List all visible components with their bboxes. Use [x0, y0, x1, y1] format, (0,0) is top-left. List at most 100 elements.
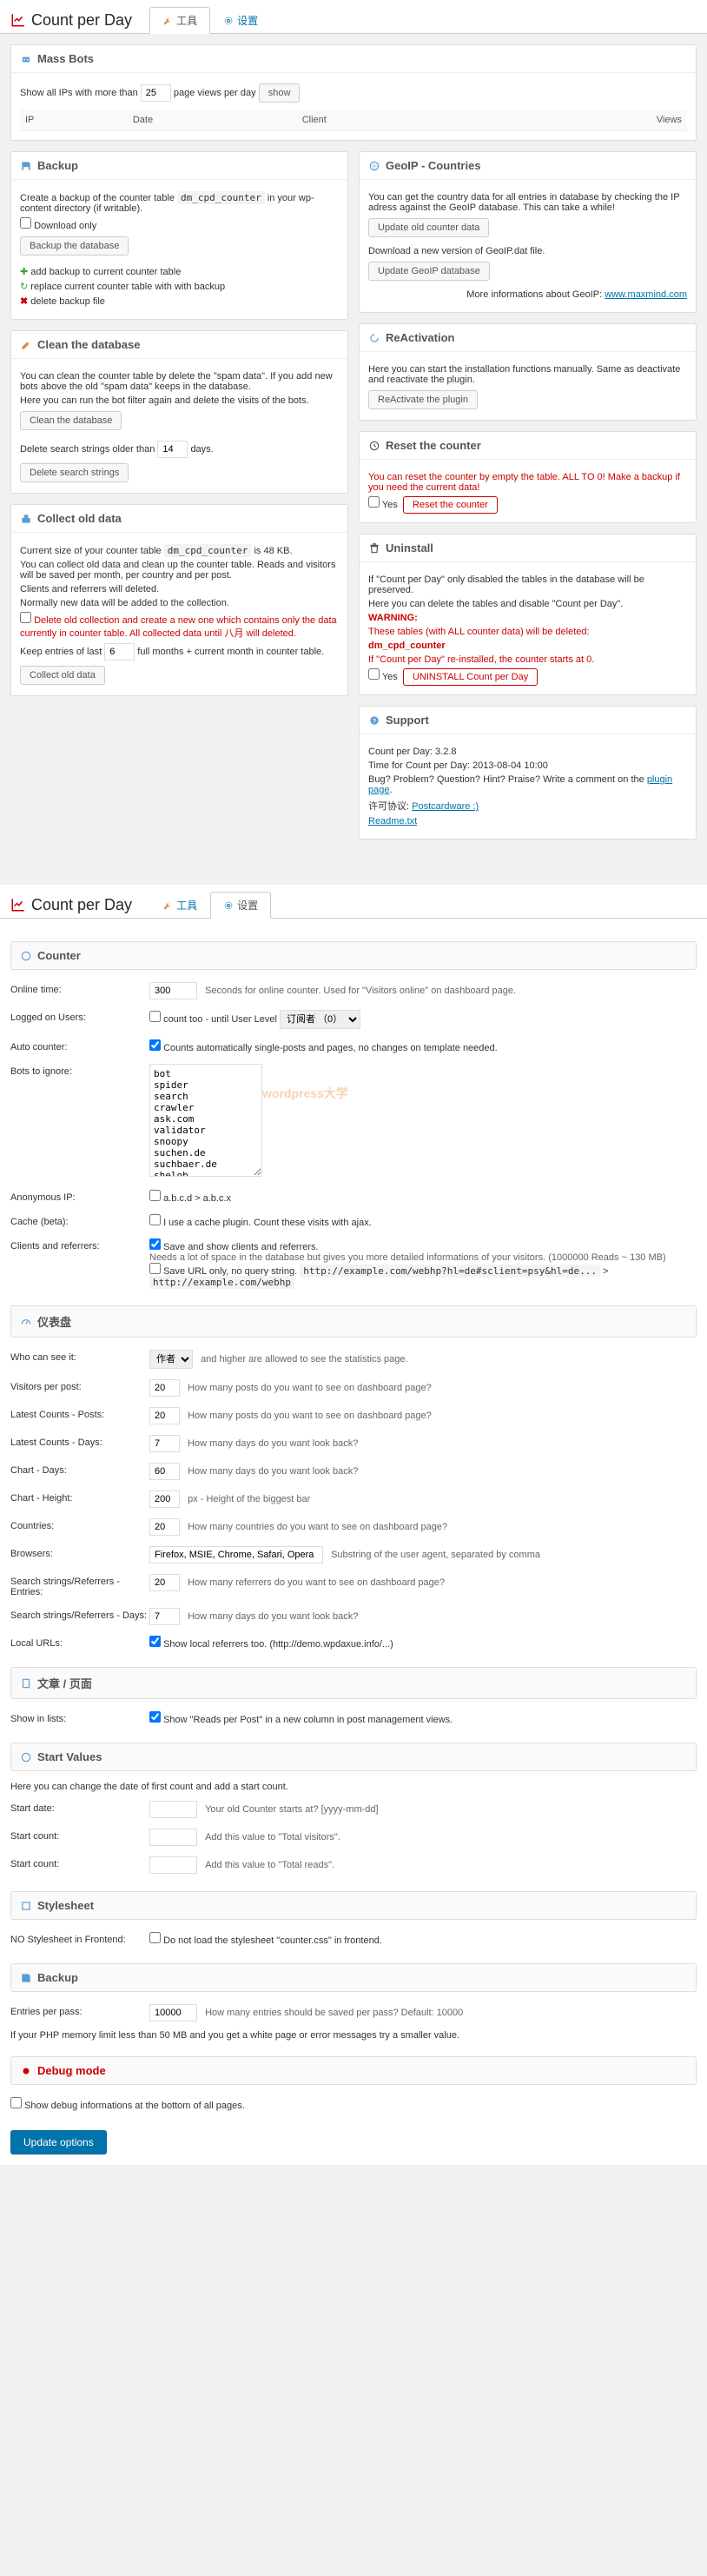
show-in-lists-checkbox[interactable]: [149, 1711, 161, 1723]
entries-per-pass-input[interactable]: [149, 2004, 197, 2022]
tab-tools-2[interactable]: 工具: [149, 892, 210, 919]
debug-mode-checkbox[interactable]: [10, 2097, 22, 2108]
license-link[interactable]: Postcardware :): [412, 801, 479, 812]
keep-months-input[interactable]: [104, 643, 135, 661]
download-only-checkbox[interactable]: [20, 217, 31, 229]
table-name-code: dm_cpd_counter: [177, 191, 265, 204]
chart-days-input[interactable]: [149, 1463, 180, 1480]
no-stylesheet-checkbox[interactable]: [149, 1932, 161, 1943]
anon-ip-checkbox[interactable]: [149, 1190, 161, 1201]
start-count-reads-input[interactable]: [149, 1856, 197, 1874]
th-views: Views: [489, 110, 687, 131]
reset-counter-button[interactable]: Reset the counter: [403, 496, 498, 514]
clean-database-button[interactable]: Clean the database: [20, 411, 122, 430]
panel-uninstall: Uninstall If "Count per Day" only disabl…: [359, 534, 697, 695]
clients-referrers-checkbox[interactable]: [149, 1238, 161, 1250]
save-icon: [20, 160, 32, 172]
section-posts-pages: 文章 / 页面: [10, 1667, 697, 1699]
chart-icon: [10, 12, 26, 28]
watermark-logo: wordpress大学: [262, 1085, 348, 1102]
start-icon: [20, 1751, 32, 1763]
logged-count-checkbox[interactable]: [149, 1011, 161, 1022]
panel-reactivation: ReActivation Here you can start the inst…: [359, 323, 697, 421]
local-urls-checkbox[interactable]: [149, 1636, 161, 1647]
th-client: Client: [297, 110, 490, 131]
replace-icon: ↻: [20, 282, 28, 292]
section-stylesheet: Stylesheet: [10, 1891, 697, 1920]
latest-counts-posts-input[interactable]: [149, 1407, 180, 1424]
wrench-icon: [162, 900, 173, 911]
panel-backup: Backup Create a backup of the counter ta…: [10, 151, 348, 320]
massbots-show-button[interactable]: show: [259, 83, 301, 103]
backup-database-button[interactable]: Backup the database: [20, 236, 129, 256]
header-tabs-2: Count per Day 工具 设置: [0, 885, 707, 919]
collect-old-data-button[interactable]: Collect old data: [20, 666, 105, 685]
browsers-input[interactable]: [149, 1546, 323, 1564]
panel-collect-old-data: Collect old data Current size of your co…: [10, 504, 348, 696]
update-geoip-button[interactable]: Update GeoIP database: [368, 262, 490, 281]
who-can-see-select[interactable]: 作者: [149, 1350, 193, 1369]
help-icon: ?: [368, 714, 380, 727]
uninstall-yes-checkbox[interactable]: [368, 668, 380, 680]
user-level-select[interactable]: 订阅者 （0）: [280, 1010, 360, 1029]
bots-icon: [20, 53, 32, 65]
bots-ignore-textarea[interactable]: [149, 1064, 262, 1177]
tab-settings-2[interactable]: 设置: [210, 892, 271, 919]
collect-icon: [20, 513, 32, 525]
update-counter-data-button[interactable]: Update old counter data: [368, 218, 489, 237]
svg-text:?: ?: [373, 718, 376, 724]
save-url-only-checkbox[interactable]: [149, 1263, 161, 1274]
countries-input[interactable]: [149, 1518, 180, 1536]
panel-clean-database: Clean the database You can clean the cou…: [10, 330, 348, 494]
section-debug-mode: Debug mode: [10, 2056, 697, 2085]
uninstall-button[interactable]: UNINSTALL Count per Day: [403, 668, 538, 686]
section-backup-settings: Backup: [10, 1963, 697, 1992]
brush-icon: [20, 339, 32, 351]
panel-reset-counter: Reset the counter You can reset the coun…: [359, 431, 697, 523]
latest-counts-days-input[interactable]: [149, 1435, 180, 1452]
reset-yes-checkbox[interactable]: [368, 496, 380, 508]
visitors-per-post-input[interactable]: [149, 1379, 180, 1397]
massbots-threshold-input[interactable]: [141, 84, 171, 102]
gear-icon: [223, 900, 234, 911]
reactivate-plugin-button[interactable]: ReActivate the plugin: [368, 390, 478, 409]
chart-height-input[interactable]: [149, 1490, 180, 1508]
add-icon: ✚: [20, 267, 28, 277]
delete-icon: ✖: [20, 296, 28, 307]
th-date: Date: [128, 110, 297, 131]
start-date-input[interactable]: [149, 1801, 197, 1818]
app-title-1: Count per Day: [10, 11, 132, 30]
page-icon: [20, 1677, 32, 1690]
tab-tools[interactable]: 工具: [149, 7, 210, 34]
online-time-input[interactable]: [149, 982, 197, 999]
auto-counter-checkbox[interactable]: [149, 1039, 161, 1051]
delete-old-collection-checkbox[interactable]: [20, 612, 31, 623]
save-icon: [20, 1972, 32, 1984]
section-counter: Counter: [10, 941, 697, 970]
tab-settings-1[interactable]: 设置: [210, 7, 271, 34]
panel-geoip: GeoIP - Countries You can get the countr…: [359, 151, 697, 313]
th-ip: IP: [20, 110, 128, 131]
start-count-visitors-input[interactable]: [149, 1829, 197, 1846]
css-icon: [20, 1900, 32, 1912]
counter-icon: [20, 950, 32, 962]
update-options-button[interactable]: Update options: [10, 2130, 107, 2154]
massbots-table: IP Date Client Views: [20, 110, 687, 131]
search-referrers-days-input[interactable]: [149, 1608, 180, 1625]
cache-checkbox[interactable]: [149, 1214, 161, 1225]
gear-icon: [223, 16, 234, 26]
maxmind-link[interactable]: www.maxmind.com: [605, 289, 687, 300]
delete-search-strings-button[interactable]: Delete search strings: [20, 463, 129, 482]
gauge-icon: [20, 1316, 32, 1328]
panel-support: ? Support Count per Day: 3.2.8 Time for …: [359, 706, 697, 840]
delete-strings-days-input[interactable]: [157, 441, 188, 458]
globe-icon: [368, 160, 380, 172]
wrench-icon: [162, 16, 173, 26]
refresh-icon: [368, 332, 380, 344]
panel-mass-bots: Mass Bots Show all IPs with more than pa…: [10, 44, 697, 141]
app-title-2: Count per Day: [10, 896, 132, 914]
readme-link[interactable]: Readme.txt: [368, 816, 417, 827]
reset-icon: [368, 440, 380, 452]
search-referrers-entries-input[interactable]: [149, 1574, 180, 1591]
section-dashboard: 仪表盘: [10, 1305, 697, 1338]
